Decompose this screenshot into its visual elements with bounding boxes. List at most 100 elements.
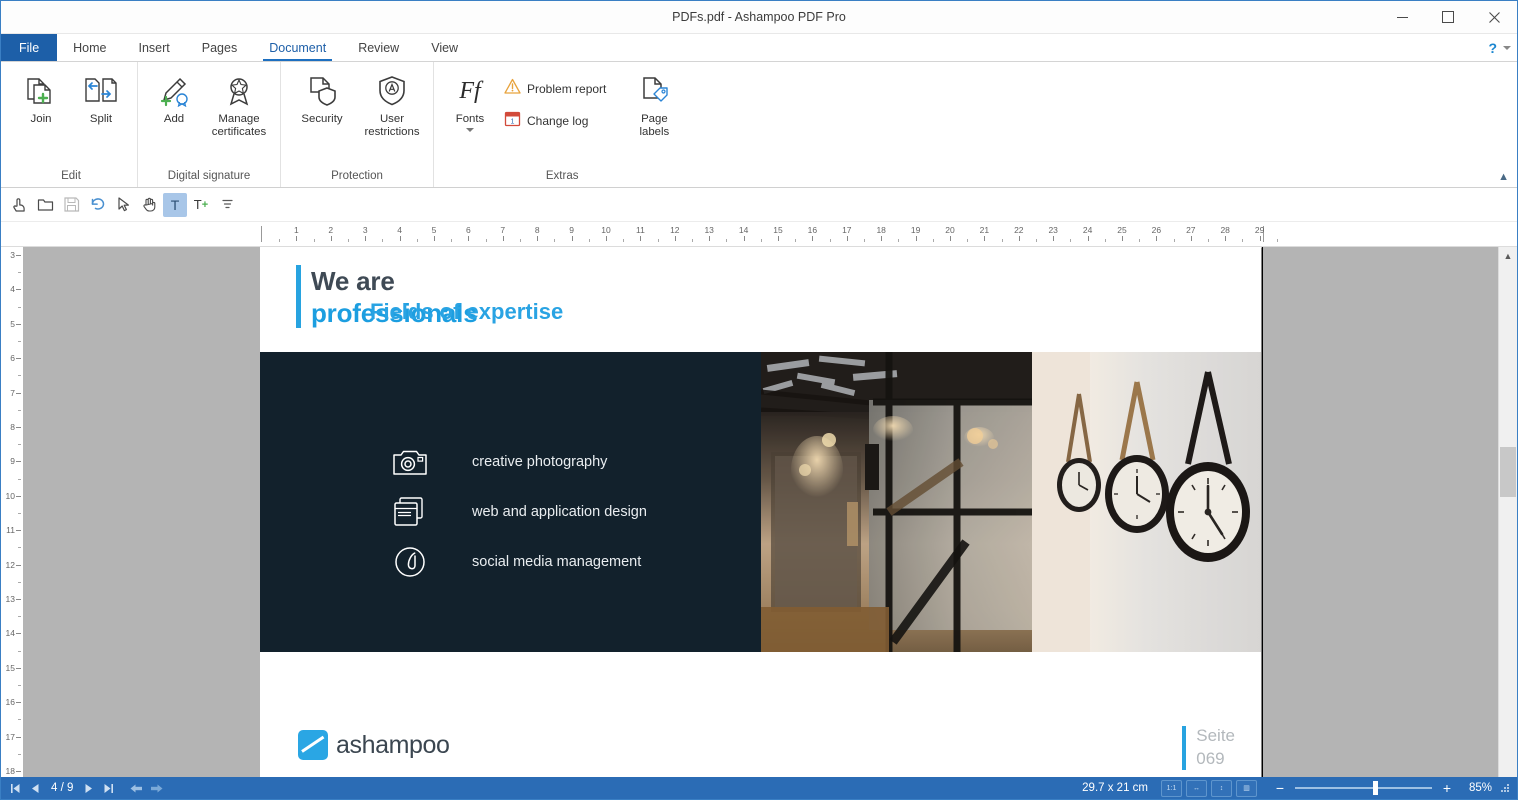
ruler-tick xyxy=(1053,236,1055,241)
text-tool-icon[interactable]: T xyxy=(163,192,187,217)
page-indicator[interactable]: 4 / 9 xyxy=(47,782,77,794)
ruler-tick xyxy=(502,236,504,241)
chevron-down-icon[interactable] xyxy=(1503,45,1511,50)
actual-size-view-button[interactable]: 1:1 xyxy=(1161,779,1182,797)
first-page-button[interactable] xyxy=(7,779,24,797)
forward-button[interactable] xyxy=(148,779,165,797)
change-log-button[interactable]: 1 Change log xyxy=(500,109,610,133)
collapse-ribbon-button[interactable]: ▲ xyxy=(1498,171,1509,183)
scroll-up-arrow-icon[interactable]: ▲ xyxy=(1499,247,1517,265)
tab-document[interactable]: Document xyxy=(253,34,342,61)
close-icon xyxy=(1488,11,1500,23)
fonts-button[interactable]: Ff Fonts xyxy=(440,69,500,134)
tab-view[interactable]: View xyxy=(415,34,474,61)
ruler-tick-half xyxy=(313,239,315,242)
hand-tool-icon[interactable] xyxy=(137,193,161,217)
ruler-tick xyxy=(16,633,21,635)
page-labels-label-1: Page xyxy=(641,113,668,125)
ruler-number: 14 xyxy=(738,225,749,235)
ruler-tick-half xyxy=(554,239,556,242)
fit-page-view-button[interactable]: ↕ xyxy=(1211,779,1232,797)
select-arrow-icon[interactable] xyxy=(111,193,135,217)
vertical-ruler[interactable]: 345678910111213141516171819 xyxy=(1,247,24,799)
maximize-button[interactable] xyxy=(1425,1,1471,33)
page-number-label: Seite xyxy=(1196,726,1235,745)
zoom-slider-handle[interactable] xyxy=(1373,781,1378,795)
last-page-button[interactable] xyxy=(100,779,117,797)
ruler-tick-half xyxy=(18,685,21,686)
extras-small-buttons: Problem report 1 Change log xyxy=(500,69,610,133)
page-canvas[interactable]: We are professionals Fields of expertise xyxy=(23,247,1499,799)
ruler-tick xyxy=(606,236,607,241)
ruler-tick-half xyxy=(485,239,487,242)
ruler-tick xyxy=(16,771,21,772)
more-tools-icon[interactable] xyxy=(215,193,239,217)
group-label-edit: Edit xyxy=(61,170,81,182)
ruler-tick-half xyxy=(279,239,281,242)
scrollbar-thumb[interactable] xyxy=(1500,447,1516,497)
join-button[interactable]: Join xyxy=(11,69,71,128)
touch-mode-icon[interactable] xyxy=(7,193,31,217)
open-folder-icon[interactable] xyxy=(33,193,57,217)
ruler-tick-half xyxy=(657,239,659,242)
user-restrictions-icon xyxy=(376,71,408,111)
chevron-down-icon[interactable] xyxy=(466,127,474,132)
split-label: Split xyxy=(89,113,113,125)
ruler-tick-half xyxy=(18,513,21,514)
tab-review[interactable]: Review xyxy=(342,34,415,61)
zoom-in-button[interactable]: + xyxy=(1439,780,1455,796)
page-size-label: 29.7 x 21 cm xyxy=(1082,782,1148,794)
user-restrictions-button[interactable]: User restrictions xyxy=(357,69,427,140)
zoom-out-button[interactable]: − xyxy=(1272,780,1288,796)
ruler-number: 4 xyxy=(397,225,402,235)
pdf-page[interactable]: We are professionals Fields of expertise xyxy=(260,247,1261,799)
ruler-number: 10 xyxy=(5,490,15,501)
ruler-tick-half xyxy=(932,239,934,242)
tab-home[interactable]: Home xyxy=(57,34,122,61)
tab-file[interactable]: File xyxy=(1,34,58,61)
split-button[interactable]: Split xyxy=(71,69,131,128)
next-page-button[interactable] xyxy=(80,779,97,797)
band-title: Fields of expertise xyxy=(370,299,564,324)
ruler-tick-half xyxy=(18,272,21,274)
two-page-view-button[interactable]: ▥ xyxy=(1236,779,1257,797)
minimize-button[interactable] xyxy=(1379,1,1425,33)
ruler-number: 17 xyxy=(842,225,852,235)
ruler-tick xyxy=(1122,236,1123,241)
page-labels-button[interactable]: Page labels xyxy=(624,69,684,140)
previous-page-button[interactable] xyxy=(27,779,44,797)
ruler-number: 13 xyxy=(704,225,714,235)
vertical-scrollbar[interactable]: ▲ ▼ xyxy=(1498,247,1517,799)
manage-certificates-label-2: certificates xyxy=(211,125,267,138)
add-signature-button[interactable]: Add xyxy=(144,69,204,128)
horizontal-ruler[interactable]: 1 2 3 4 5 6 7 8 9 10 11 12 13 14 15 16 17 18 19 20 21 22 23 24 2… xyxy=(1,222,1517,247)
manage-certificates-button[interactable]: Manage certificates xyxy=(204,69,274,140)
ruler-tick-half xyxy=(18,341,21,342)
ribbon-group-edit: Join Split Edit xyxy=(5,62,138,187)
close-button[interactable] xyxy=(1471,1,1517,33)
fit-width-view-button[interactable]: ↔ xyxy=(1186,779,1207,797)
tab-insert[interactable]: Insert xyxy=(123,34,186,61)
save-icon[interactable] xyxy=(59,193,83,217)
ruler-number: 3 xyxy=(362,225,368,235)
ruler-tick xyxy=(16,427,21,428)
ruler-tick xyxy=(846,236,848,241)
resize-grip-icon[interactable] xyxy=(1499,782,1511,794)
headline-line-1: We are xyxy=(311,266,395,296)
undo-icon[interactable] xyxy=(85,193,109,217)
back-button[interactable] xyxy=(128,779,145,797)
feature-label-photography: creative photography xyxy=(472,454,608,470)
add-text-icon[interactable]: T + xyxy=(189,193,213,217)
ruler-tick xyxy=(16,736,21,738)
group-label-digital-signature: Digital signature xyxy=(167,170,251,182)
ruler-number: 9 xyxy=(10,456,15,467)
security-button[interactable]: Security xyxy=(287,69,357,128)
problem-report-button[interactable]: Problem report xyxy=(500,77,610,101)
ruler-tick xyxy=(778,236,779,241)
ruler-number: 19 xyxy=(910,225,921,235)
tab-pages[interactable]: Pages xyxy=(186,34,253,61)
help-icon[interactable]: ? xyxy=(1488,40,1497,56)
ruler-tick xyxy=(16,702,21,704)
zoom-slider[interactable] xyxy=(1295,781,1432,795)
certificate-icon xyxy=(223,71,255,111)
